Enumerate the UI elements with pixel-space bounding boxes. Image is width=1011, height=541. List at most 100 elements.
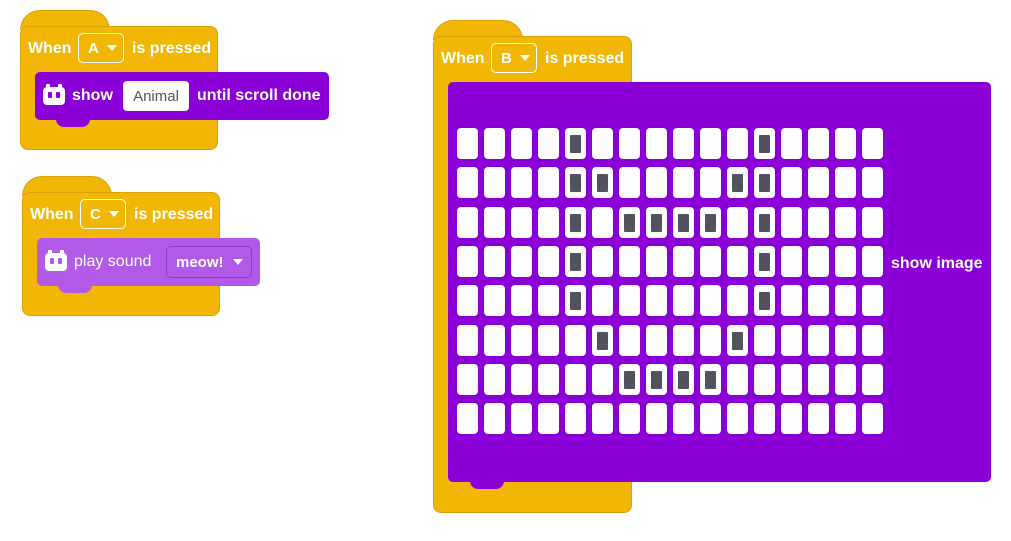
led-cell-off[interactable]: [673, 167, 694, 198]
led-cell-on[interactable]: [754, 207, 775, 238]
led-cell-off[interactable]: [619, 246, 640, 277]
led-cell-off[interactable]: [781, 246, 802, 277]
led-cell-off[interactable]: [538, 403, 559, 434]
led-cell-on[interactable]: [565, 167, 586, 198]
button-dropdown-b[interactable]: B: [491, 43, 537, 73]
led-cell-off[interactable]: [538, 285, 559, 316]
led-cell-off[interactable]: [862, 207, 883, 238]
led-cell-off[interactable]: [781, 128, 802, 159]
led-cell-off[interactable]: [457, 285, 478, 316]
led-cell-on[interactable]: [727, 325, 748, 356]
led-cell-on[interactable]: [673, 364, 694, 395]
led-cell-on[interactable]: [700, 364, 721, 395]
led-cell-off[interactable]: [835, 364, 856, 395]
led-cell-off[interactable]: [592, 285, 613, 316]
led-cell-off[interactable]: [619, 167, 640, 198]
led-cell-off[interactable]: [457, 325, 478, 356]
led-cell-off[interactable]: [538, 207, 559, 238]
led-cell-off[interactable]: [835, 128, 856, 159]
led-cell-off[interactable]: [727, 403, 748, 434]
led-cell-off[interactable]: [484, 167, 505, 198]
led-cell-off[interactable]: [781, 364, 802, 395]
led-cell-off[interactable]: [727, 246, 748, 277]
led-cell-on[interactable]: [754, 246, 775, 277]
led-cell-off[interactable]: [511, 167, 532, 198]
led-cell-off[interactable]: [700, 285, 721, 316]
led-cell-on[interactable]: [565, 246, 586, 277]
led-cell-off[interactable]: [673, 325, 694, 356]
led-cell-off[interactable]: [808, 285, 829, 316]
led-cell-off[interactable]: [835, 403, 856, 434]
led-cell-on[interactable]: [754, 128, 775, 159]
led-cell-off[interactable]: [484, 246, 505, 277]
led-cell-off[interactable]: [862, 403, 883, 434]
led-cell-off[interactable]: [754, 364, 775, 395]
led-cell-off[interactable]: [484, 207, 505, 238]
led-cell-off[interactable]: [808, 207, 829, 238]
led-cell-off[interactable]: [673, 285, 694, 316]
led-cell-off[interactable]: [754, 403, 775, 434]
led-cell-off[interactable]: [457, 403, 478, 434]
led-cell-off[interactable]: [565, 364, 586, 395]
led-cell-off[interactable]: [484, 128, 505, 159]
led-cell-off[interactable]: [484, 285, 505, 316]
led-cell-off[interactable]: [511, 285, 532, 316]
led-cell-off[interactable]: [538, 325, 559, 356]
led-cell-off[interactable]: [808, 403, 829, 434]
led-cell-off[interactable]: [457, 167, 478, 198]
led-cell-off[interactable]: [511, 128, 532, 159]
led-cell-on[interactable]: [565, 128, 586, 159]
led-cell-off[interactable]: [565, 403, 586, 434]
led-cell-off[interactable]: [457, 364, 478, 395]
led-cell-off[interactable]: [754, 325, 775, 356]
led-cell-off[interactable]: [619, 325, 640, 356]
led-cell-on[interactable]: [727, 167, 748, 198]
led-cell-off[interactable]: [673, 246, 694, 277]
led-cell-on[interactable]: [673, 207, 694, 238]
led-cell-on[interactable]: [565, 285, 586, 316]
led-cell-off[interactable]: [862, 167, 883, 198]
led-cell-on[interactable]: [646, 207, 667, 238]
led-cell-off[interactable]: [700, 403, 721, 434]
led-cell-on[interactable]: [619, 364, 640, 395]
led-cell-off[interactable]: [808, 325, 829, 356]
led-cell-off[interactable]: [592, 207, 613, 238]
led-cell-off[interactable]: [808, 246, 829, 277]
led-cell-off[interactable]: [457, 207, 478, 238]
led-cell-off[interactable]: [781, 403, 802, 434]
led-cell-off[interactable]: [592, 128, 613, 159]
led-cell-off[interactable]: [484, 325, 505, 356]
led-cell-off[interactable]: [646, 167, 667, 198]
led-cell-off[interactable]: [835, 167, 856, 198]
text-input-field[interactable]: Animal: [123, 81, 189, 111]
button-dropdown-c[interactable]: C: [80, 199, 126, 229]
led-cell-off[interactable]: [646, 403, 667, 434]
led-cell-off[interactable]: [511, 364, 532, 395]
led-cell-off[interactable]: [781, 207, 802, 238]
led-cell-off[interactable]: [673, 403, 694, 434]
led-cell-off[interactable]: [592, 364, 613, 395]
led-cell-off[interactable]: [835, 246, 856, 277]
led-cell-off[interactable]: [565, 325, 586, 356]
led-cell-off[interactable]: [781, 325, 802, 356]
led-cell-off[interactable]: [538, 167, 559, 198]
led-cell-off[interactable]: [619, 285, 640, 316]
led-cell-on[interactable]: [700, 207, 721, 238]
led-cell-off[interactable]: [781, 167, 802, 198]
led-cell-off[interactable]: [646, 325, 667, 356]
led-cell-off[interactable]: [538, 246, 559, 277]
led-cell-off[interactable]: [727, 207, 748, 238]
led-cell-off[interactable]: [835, 207, 856, 238]
led-cell-off[interactable]: [511, 207, 532, 238]
led-cell-off[interactable]: [511, 246, 532, 277]
led-cell-off[interactable]: [538, 128, 559, 159]
led-cell-on[interactable]: [646, 364, 667, 395]
led-cell-on[interactable]: [592, 325, 613, 356]
led-cell-on[interactable]: [619, 207, 640, 238]
led-cell-off[interactable]: [808, 128, 829, 159]
led-cell-off[interactable]: [781, 285, 802, 316]
led-cell-off[interactable]: [484, 403, 505, 434]
led-cell-off[interactable]: [457, 246, 478, 277]
led-cell-off[interactable]: [619, 128, 640, 159]
led-cell-off[interactable]: [646, 246, 667, 277]
